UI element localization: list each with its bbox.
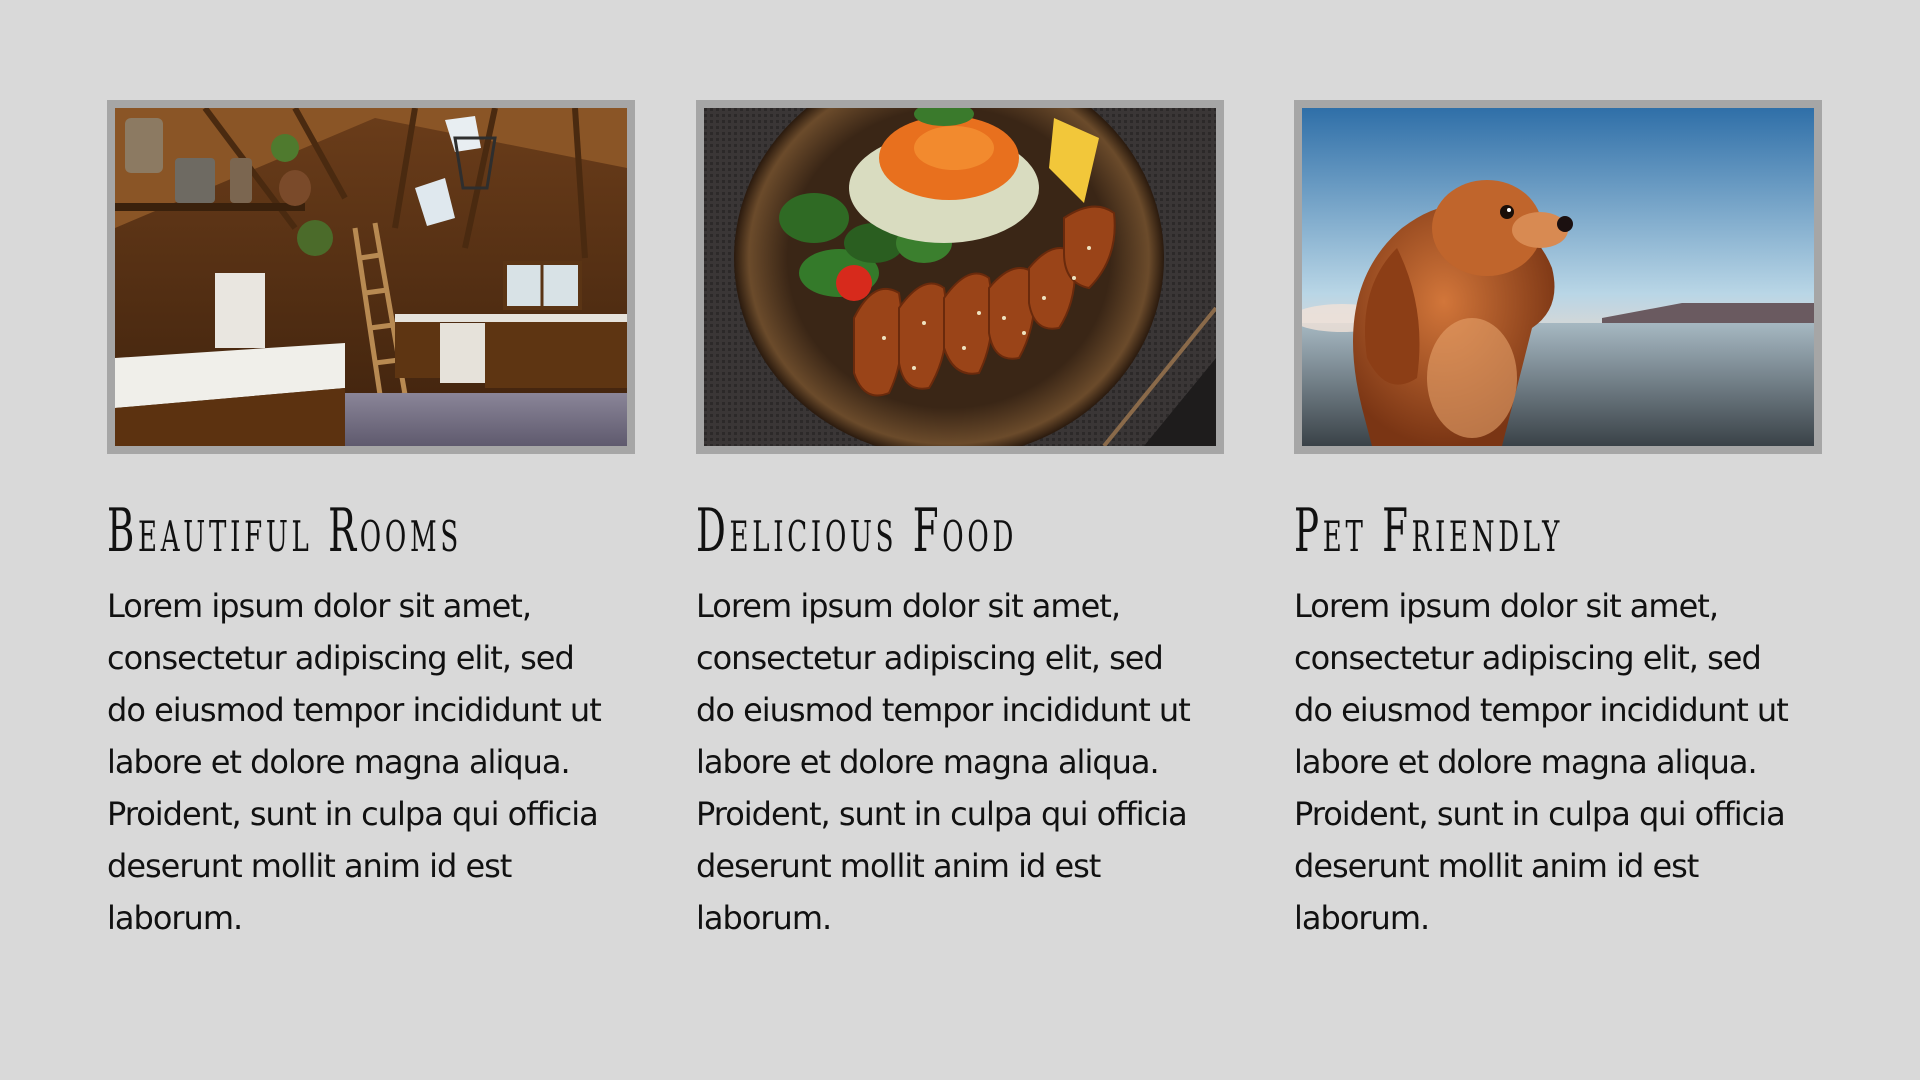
rustic-kitchen-photo: [115, 108, 627, 446]
food-photo-frame: [696, 100, 1224, 454]
card-description: Lorem ipsum dolor sit amet, consectetur …: [1294, 587, 1789, 937]
dog-at-beach-photo: [1302, 108, 1814, 446]
feature-card-food: Delicious Food Lorem ipsum dolor sit ame…: [696, 100, 1224, 944]
card-description: Lorem ipsum dolor sit amet, consectetur …: [107, 587, 602, 937]
card-description: Lorem ipsum dolor sit amet, consectetur …: [696, 587, 1191, 937]
grilled-chicken-salad-photo: [704, 108, 1216, 446]
feature-card-pets: Pet Friendly Lorem ipsum dolor sit amet,…: [1294, 100, 1822, 944]
pets-photo-frame: [1294, 100, 1822, 454]
card-title: Delicious Food: [696, 496, 1018, 566]
feature-card-rooms: Beautiful Rooms Lorem ipsum dolor sit am…: [107, 100, 635, 944]
card-title: Pet Friendly: [1294, 496, 1564, 566]
card-title: Beautiful Rooms: [107, 496, 462, 566]
rooms-photo-frame: [107, 100, 635, 454]
